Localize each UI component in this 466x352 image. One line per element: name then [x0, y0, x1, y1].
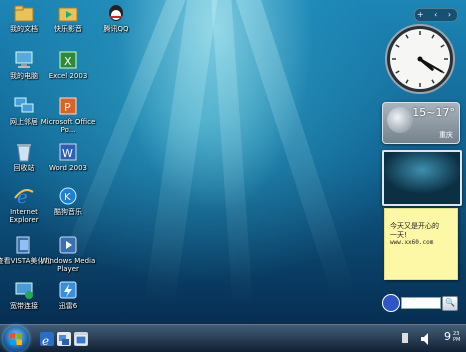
- svg-text:X: X: [64, 55, 72, 68]
- slideshow-gadget[interactable]: [382, 150, 462, 206]
- excel-icon: X: [57, 50, 79, 70]
- svg-text:K: K: [64, 192, 71, 203]
- windows-flag-icon: [10, 333, 22, 345]
- computer-icon: [13, 50, 35, 70]
- desktop-icon-word[interactable]: W Word 2003: [40, 142, 96, 172]
- moon-icon: [387, 107, 413, 133]
- thunder-icon: [57, 280, 79, 300]
- baidu-paw-icon: [382, 294, 400, 312]
- taskbar-clock-detail[interactable]: 23 PM: [453, 331, 460, 343]
- desktop-icon-powerpoint[interactable]: P Microsoft Office Po...: [40, 96, 96, 134]
- light-ray: [230, 0, 356, 298]
- desktop-icon-thunder[interactable]: 迅雷6: [40, 280, 96, 310]
- weather-gadget[interactable]: 15~17° 重庆: [382, 102, 460, 144]
- word-icon: W: [57, 142, 79, 162]
- clock-gadget[interactable]: [384, 23, 456, 95]
- svg-text:W: W: [62, 147, 73, 160]
- broadband-icon: [13, 280, 35, 300]
- desktop-icon-excel[interactable]: X Excel 2003: [40, 50, 96, 80]
- quicklaunch-ie-icon[interactable]: e: [40, 332, 54, 348]
- desktop-icon-media-player[interactable]: Windows Media Player: [40, 235, 96, 273]
- sidebar-controls[interactable]: + ‹ ›: [414, 8, 458, 22]
- notes-gadget[interactable]: 今天又是开心的 一天! www.xx60.com: [384, 208, 458, 280]
- svg-text:P: P: [64, 101, 71, 114]
- vista-pack-icon: [13, 235, 35, 255]
- network-icon: [13, 96, 35, 116]
- ie-icon: e: [13, 186, 35, 208]
- media-player-icon: [57, 235, 79, 255]
- tray-device-icon[interactable]: [402, 333, 408, 343]
- kugou-icon: K: [57, 186, 79, 206]
- desktop-icon-kugou[interactable]: K 酷狗音乐: [40, 186, 96, 216]
- weather-temperature: 15~17°: [412, 106, 455, 119]
- recycle-bin-icon: [13, 142, 35, 162]
- light-ray: [210, 0, 253, 310]
- volume-icon[interactable]: [420, 331, 430, 345]
- quicklaunch-switch-windows-icon[interactable]: [57, 332, 71, 346]
- weather-city: 重庆: [439, 131, 453, 139]
- search-input[interactable]: [401, 297, 441, 309]
- media-folder-icon: [57, 3, 79, 23]
- taskbar-clock-hour[interactable]: 9: [444, 330, 451, 343]
- svg-text:e: e: [42, 334, 49, 347]
- folder-icon: [13, 3, 35, 23]
- qq-icon: [105, 3, 127, 23]
- desktop-icon-qq[interactable]: 腾讯QQ: [88, 3, 144, 33]
- start-button[interactable]: [3, 326, 29, 352]
- baidu-search-gadget: 🔍: [382, 294, 458, 312]
- desktop: 我的文档 我的电脑 网上邻居 回收站 e Internet Explorer 查…: [0, 0, 466, 352]
- search-button[interactable]: 🔍: [442, 296, 458, 311]
- note-line-3: www.xx60.com: [390, 239, 434, 246]
- quicklaunch-show-desktop-icon[interactable]: [74, 332, 88, 346]
- powerpoint-icon: P: [57, 96, 79, 116]
- taskbar: e 9 23 PM: [0, 324, 466, 352]
